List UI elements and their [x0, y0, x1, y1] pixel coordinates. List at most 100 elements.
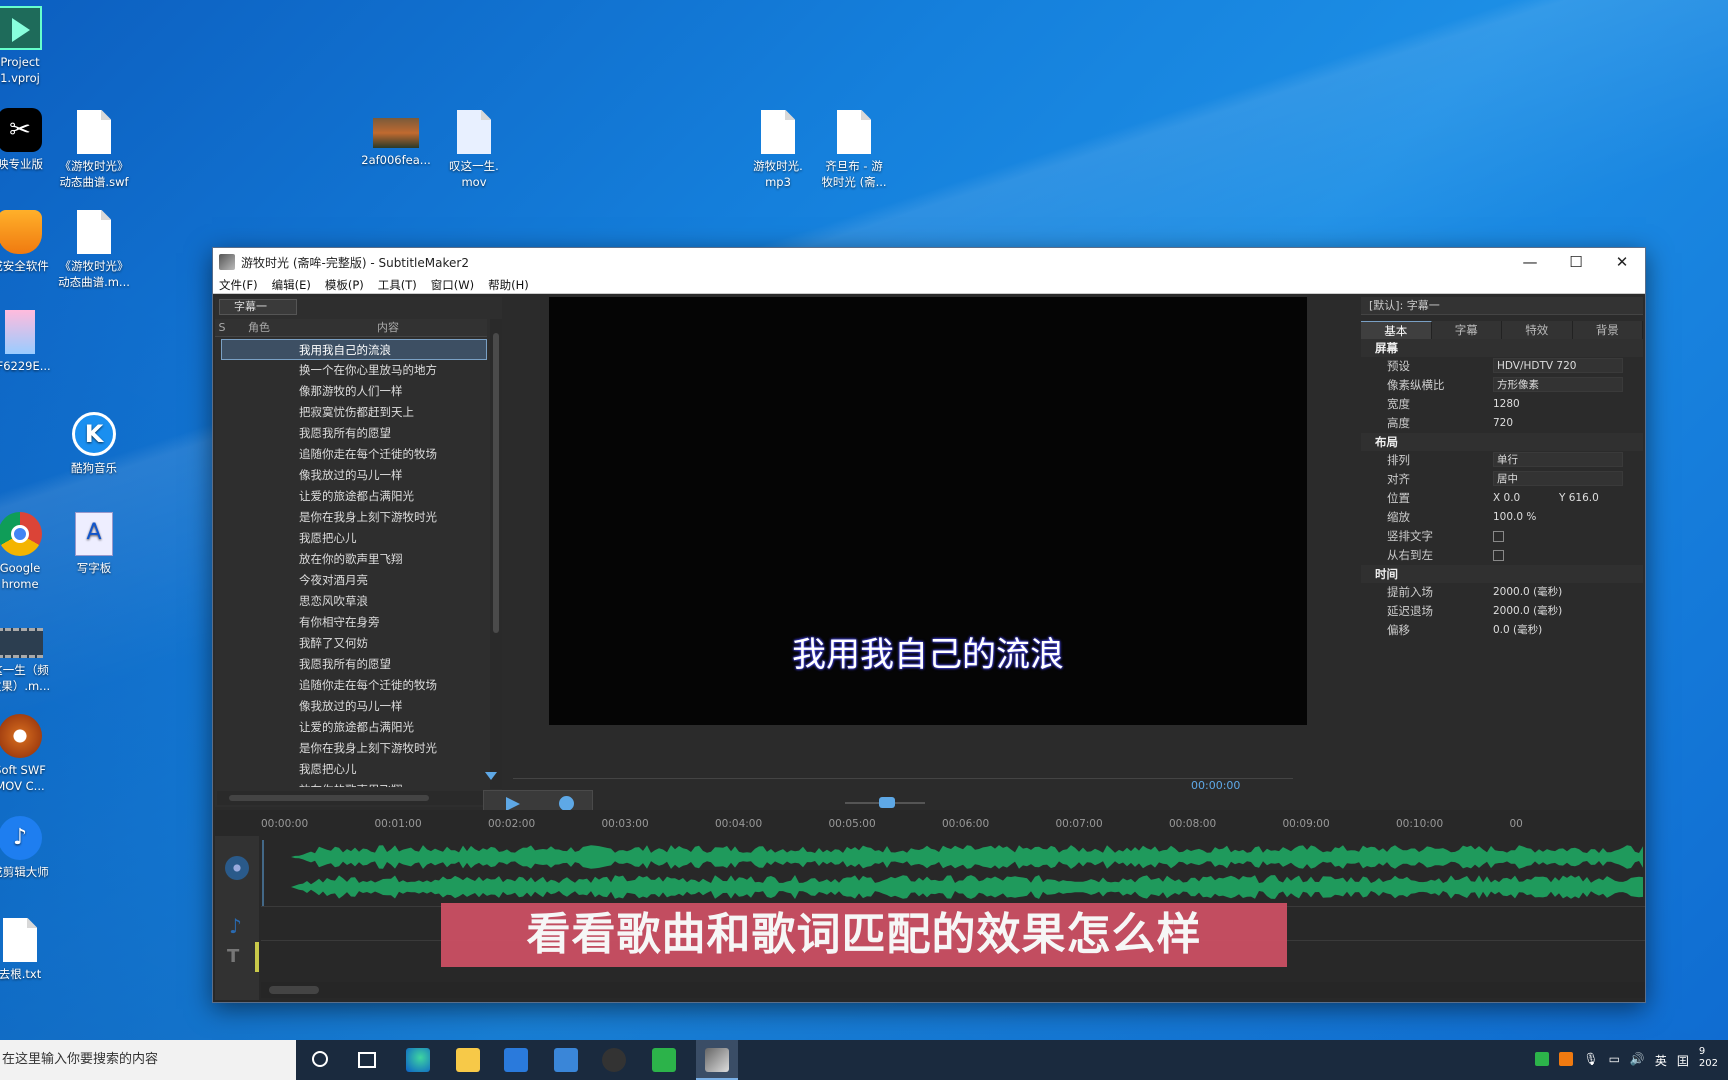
desktop-icon-mov[interactable]: 叹这一生. mov — [432, 110, 516, 190]
section-screen[interactable]: 屏幕 — [1361, 339, 1643, 357]
task-view-icon[interactable] — [358, 1052, 376, 1068]
desktop-icon-photo[interactable]: 5F6229E... — [0, 310, 62, 374]
subtitle-row[interactable]: 像我放过的马儿一样 — [215, 696, 487, 717]
lead-in-field[interactable]: 2000.0 (毫秒) — [1493, 583, 1643, 602]
ime-mode-icon[interactable]: 囯 — [1677, 1052, 1689, 1070]
desktop-icon-wordpad[interactable]: A 写字板 — [52, 512, 136, 576]
horizontal-scrollbar[interactable] — [217, 791, 485, 805]
subtitle-row[interactable]: 我醉了又何妨 — [215, 633, 487, 654]
subtitle-row[interactable]: 我愿我所有的愿望 — [215, 654, 487, 675]
record-icon[interactable] — [559, 796, 574, 811]
column-s[interactable]: S — [215, 319, 229, 336]
subtitle-row[interactable]: 有你相守在身旁 — [215, 612, 487, 633]
video-preview[interactable]: 我用我自己的流浪 — [549, 297, 1307, 725]
volume-icon[interactable]: 🔊 — [1630, 1052, 1645, 1070]
subtitle-row[interactable]: 是你在我身上刻下游牧时光 — [215, 507, 487, 528]
wechat-tray-icon[interactable] — [1535, 1052, 1550, 1066]
subtitle-row[interactable]: 追随你走在每个迁徙的牧场 — [215, 675, 487, 696]
playhead-marker-icon[interactable] — [485, 772, 497, 780]
taskbar-search-input[interactable]: 在这里输入你要搜索的内容 — [0, 1040, 296, 1080]
mail-icon[interactable] — [554, 1048, 578, 1072]
style-preset-select[interactable]: [默认]: 字幕一 — [1361, 297, 1643, 315]
subtitle-row[interactable]: 把寂寞忧伤都赶到天上 — [215, 402, 487, 423]
desktop-icon-swf[interactable]: 《游牧时光》 动态曲谱.swf — [52, 110, 136, 190]
subtitle-row[interactable]: 让爱的旅途都占满阳光 — [215, 486, 487, 507]
maximize-button[interactable]: ☐ — [1553, 248, 1599, 276]
tab-subtitle-one[interactable]: 字幕一 — [219, 299, 297, 315]
subtitle-row[interactable]: 让爱的旅途都占满阳光 — [215, 717, 487, 738]
scroll-thumb[interactable] — [269, 986, 319, 994]
settings-app-icon[interactable] — [602, 1048, 626, 1072]
film-reel-icon[interactable] — [225, 856, 249, 880]
input-method-indicator[interactable]: 英 — [1655, 1052, 1667, 1070]
desktop-icon-editor[interactable]: ♪ 成剪辑大师 — [0, 816, 62, 880]
cortana-icon[interactable] — [312, 1051, 328, 1067]
width-field[interactable]: 1280 — [1493, 395, 1643, 414]
desktop-icon-txt[interactable]: 去根.txt — [0, 918, 62, 982]
position-y-field[interactable]: Y 616.0 — [1559, 492, 1599, 504]
column-content[interactable]: 内容 — [289, 319, 487, 336]
column-role[interactable]: 角色 — [229, 319, 289, 336]
title-bar[interactable]: 游牧时光 (斋哞-完整版) - SubtitleMaker2 — ☐ ✕ — [213, 248, 1645, 276]
subtitle-row[interactable]: 思恋风吹草浪 — [215, 591, 487, 612]
tab-effects[interactable]: 特效 — [1502, 321, 1573, 339]
taskbar-subtitlemaker-active[interactable] — [696, 1040, 738, 1080]
subtitle-row[interactable]: 放在你的歌声里飞翔 — [215, 780, 487, 787]
subtitle-row[interactable]: 我用我自己的流浪 — [221, 339, 487, 360]
scroll-thumb[interactable] — [493, 333, 499, 633]
desktop-icon-score[interactable]: 《游牧时光》 动态曲谱.m... — [52, 210, 136, 290]
seek-bar[interactable] — [513, 778, 1293, 779]
delay-field[interactable]: 2000.0 (毫秒) — [1493, 602, 1643, 621]
subtitle-row[interactable]: 我愿把心儿 — [215, 759, 487, 780]
rtl-checkbox[interactable] — [1493, 550, 1504, 561]
close-button[interactable]: ✕ — [1599, 248, 1645, 276]
offset-field[interactable]: 0.0 (毫秒) — [1493, 621, 1643, 640]
tab-basic[interactable]: 基本 — [1361, 321, 1432, 339]
file-explorer-icon[interactable] — [456, 1048, 480, 1072]
tab-background[interactable]: 背景 — [1573, 321, 1643, 339]
vertical-scrollbar[interactable] — [490, 319, 502, 789]
text-track-icon[interactable]: T — [227, 946, 239, 967]
play-icon[interactable] — [506, 797, 520, 811]
microphone-icon[interactable]: 🎙 — [1583, 1052, 1598, 1070]
desktop-icon-project[interactable]: Project 1.vproj — [0, 6, 62, 86]
desktop-icon-image[interactable]: 2af006fea... — [354, 118, 438, 168]
align-select[interactable]: 居中 — [1493, 471, 1623, 486]
subtitle-row[interactable]: 换一个在你心里放马的地方 — [215, 360, 487, 381]
desktop-icon-kugou[interactable]: K 酷狗音乐 — [52, 412, 136, 476]
audio-waveform[interactable] — [261, 840, 1645, 906]
subtitle-row[interactable]: 是你在我身上刻下游牧时光 — [215, 738, 487, 759]
menu-template[interactable]: 模板(P) — [325, 277, 364, 293]
zoom-slider-handle[interactable] — [879, 797, 895, 808]
menu-window[interactable]: 窗口(W) — [431, 277, 474, 293]
subtitle-row[interactable]: 放在你的歌声里飞翔 — [215, 549, 487, 570]
aspect-select[interactable]: 方形像素 — [1493, 377, 1623, 392]
position-x-field[interactable]: X 0.0 — [1493, 489, 1559, 508]
section-layout[interactable]: 布局 — [1361, 433, 1643, 451]
vertical-text-checkbox[interactable] — [1493, 531, 1504, 542]
desktop-icon-video[interactable]: 这一生（频 效果）.m... — [0, 628, 62, 694]
menu-edit[interactable]: 编辑(E) — [272, 277, 311, 293]
security-tray-icon[interactable] — [1559, 1052, 1574, 1066]
subtitle-row[interactable]: 像我放过的马儿一样 — [215, 465, 487, 486]
scale-field[interactable]: 100.0 % — [1493, 508, 1643, 527]
subtitle-row[interactable]: 今夜对酒月亮 — [215, 570, 487, 591]
edge-icon[interactable] — [406, 1048, 430, 1072]
preset-select[interactable]: HDV/HDTV 720 — [1493, 358, 1623, 373]
scroll-thumb[interactable] — [229, 795, 429, 801]
menu-tools[interactable]: 工具(T) — [378, 277, 417, 293]
arrange-select[interactable]: 单行 — [1493, 452, 1623, 467]
desktop-icon-mp3[interactable]: 游牧时光. mp3 — [736, 110, 820, 190]
minimize-button[interactable]: — — [1507, 248, 1553, 276]
subtitle-row[interactable]: 追随你走在每个迁徙的牧场 — [215, 444, 487, 465]
subtitle-row[interactable]: 我愿我所有的愿望 — [215, 423, 487, 444]
wechat-icon[interactable] — [652, 1048, 676, 1072]
menu-file[interactable]: 文件(F) — [219, 277, 258, 293]
timeline-hscrollbar[interactable] — [261, 982, 1645, 998]
desktop-icon-swf-converter[interactable]: Soft SWF MOV C... — [0, 714, 62, 794]
music-note-icon[interactable]: ♪ — [229, 914, 242, 938]
clock[interactable]: 9 202 — [1699, 1046, 1718, 1070]
menu-help[interactable]: 帮助(H) — [488, 277, 529, 293]
subtitle-row[interactable]: 像那游牧的人们一样 — [215, 381, 487, 402]
tab-subtitle[interactable]: 字幕 — [1432, 321, 1502, 339]
